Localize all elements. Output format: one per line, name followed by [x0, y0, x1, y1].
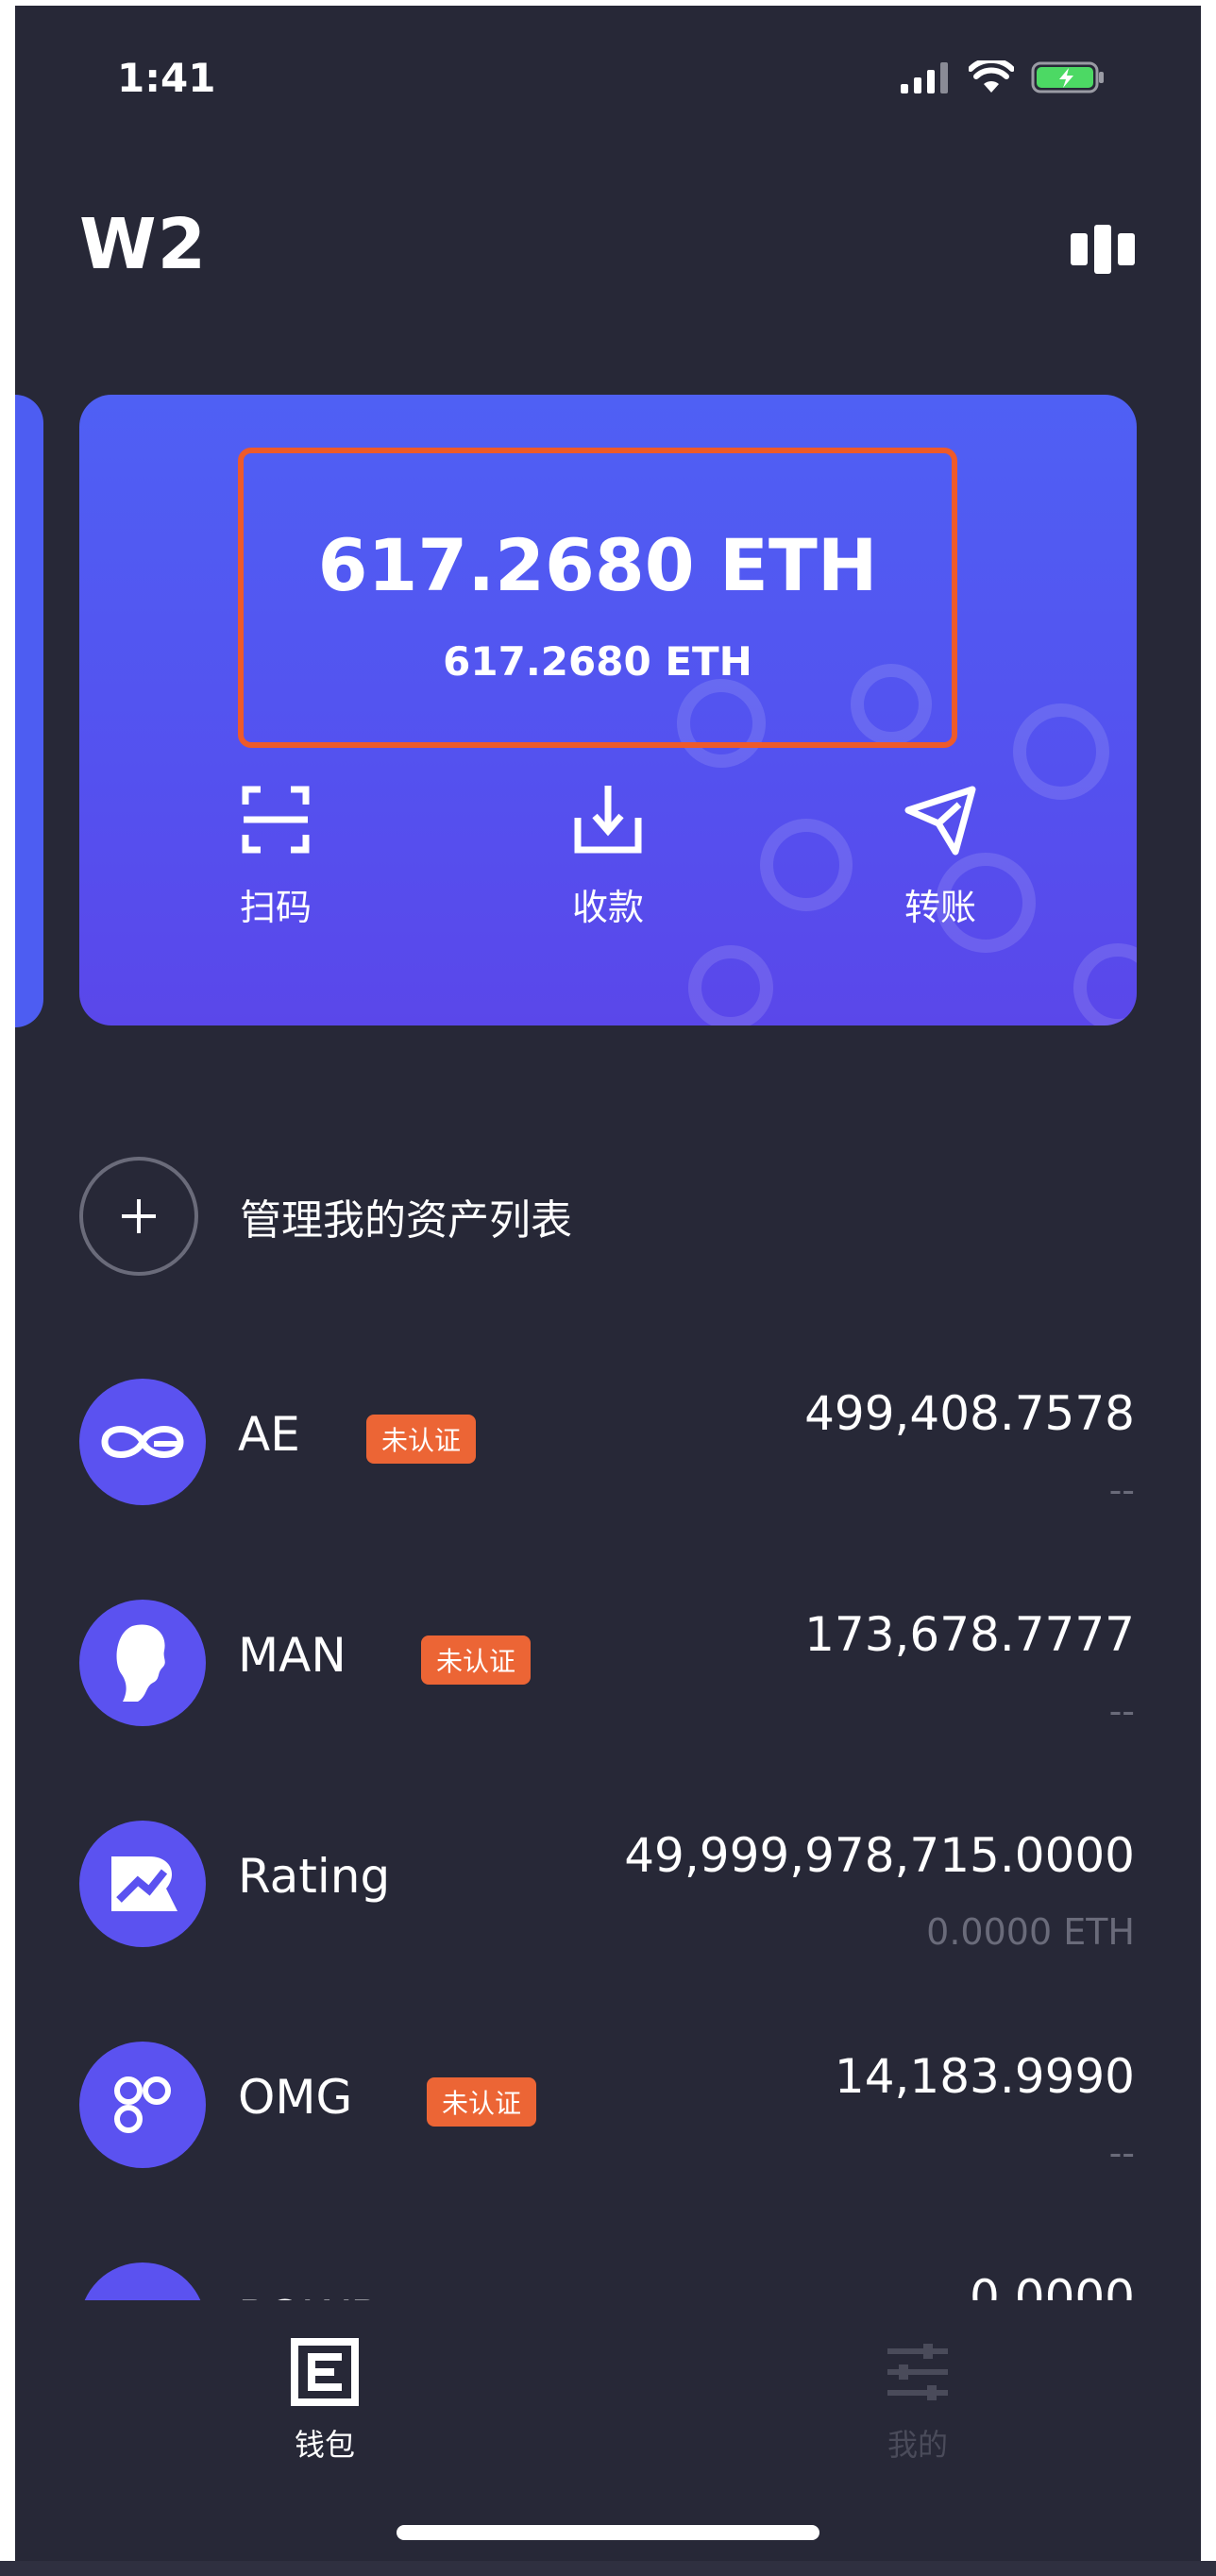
- asset-name: OMG: [238, 2070, 353, 2125]
- omg-token-icon: [79, 2042, 206, 2168]
- asset-value: --: [1108, 2132, 1135, 2174]
- asset-name: Rating: [238, 1849, 391, 1904]
- powr-token-icon: [79, 2262, 206, 2300]
- asset-row-rating[interactable]: Rating 49,999,978,715.0000 0.0000 ETH: [15, 1807, 1201, 2025]
- scan-button[interactable]: 扫码: [181, 782, 370, 930]
- asset-row-powr[interactable]: POWR 0.0000: [15, 2249, 1201, 2300]
- tab-wallet-label: 钱包: [294, 2427, 355, 2463]
- asset-name: AE: [238, 1407, 300, 1462]
- phone-screen: 1:41 W2 617.2680 ETH 617.2680 ETH 扫码 收款 …: [15, 6, 1201, 2567]
- tab-me-label: 我的: [887, 2427, 948, 2463]
- ae-token-icon: [79, 1379, 206, 1505]
- balance-card: 617.2680 ETH 617.2680 ETH 扫码 收款 转账: [79, 395, 1137, 1025]
- scan-icon: [242, 786, 310, 854]
- asset-row-ae[interactable]: AE 未认证 499,408.7578 --: [15, 1365, 1201, 1583]
- status-icons: [899, 60, 1106, 94]
- asset-amount: 14,183.9990: [834, 2049, 1135, 2104]
- unverified-badge: 未认证: [427, 2077, 537, 2127]
- manage-assets-label: 管理我的资产列表: [240, 1196, 572, 1245]
- receive-label: 收款: [571, 887, 644, 928]
- receive-icon: [574, 786, 642, 854]
- unverified-badge: 未认证: [421, 1635, 532, 1685]
- bottom-strip: [0, 2561, 1216, 2576]
- asset-row-omg[interactable]: OMG 未认证 14,183.9990 --: [15, 2028, 1201, 2246]
- tab-wallet[interactable]: 钱包: [230, 2336, 419, 2465]
- settings-sliders-icon: [887, 2344, 948, 2400]
- tab-me[interactable]: 我的: [823, 2336, 1012, 2465]
- manage-assets-button[interactable]: 管理我的资产列表: [79, 1150, 572, 1282]
- asset-amount: 49,999,978,715.0000: [624, 1828, 1135, 1883]
- signal-icon: [901, 62, 948, 93]
- balance-highlight-box: 617.2680 ETH 617.2680 ETH: [238, 448, 957, 748]
- man-token-icon: [79, 1600, 206, 1726]
- previous-wallet-card[interactable]: [15, 395, 43, 1027]
- wallet-icon: [291, 2338, 359, 2406]
- rating-token-icon: [79, 1821, 206, 1947]
- balance-secondary: 617.2680 ETH: [443, 638, 752, 685]
- asset-name: MAN: [238, 1628, 346, 1683]
- asset-name: POWR: [238, 2291, 383, 2300]
- status-time: 1:41: [117, 55, 216, 101]
- asset-amount: 173,678.7777: [804, 1607, 1135, 1662]
- home-indicator: [397, 2525, 819, 2540]
- asset-amount: 0.0000: [970, 2270, 1135, 2300]
- asset-row-man[interactable]: MAN 未认证 173,678.7777 --: [15, 1586, 1201, 1804]
- asset-value: --: [1108, 1690, 1135, 1732]
- send-label: 转账: [904, 887, 976, 928]
- unverified-badge: 未认证: [366, 1415, 477, 1464]
- wifi-icon: [969, 60, 1014, 93]
- balance-primary: 617.2680 ETH: [317, 523, 878, 607]
- plus-icon: [79, 1157, 198, 1276]
- bar-chart-icon[interactable]: [1071, 225, 1135, 274]
- send-button[interactable]: 转账: [846, 782, 1035, 930]
- asset-list: AE 未认证 499,408.7578 -- MAN 未认证 173,678.7…: [15, 1365, 1201, 2300]
- receive-button[interactable]: 收款: [514, 782, 702, 930]
- page-title: W2: [79, 204, 208, 285]
- scan-label: 扫码: [239, 887, 312, 928]
- asset-value: --: [1108, 1469, 1135, 1511]
- asset-value: 0.0000 ETH: [926, 1911, 1135, 1953]
- asset-amount: 499,408.7578: [804, 1386, 1135, 1441]
- send-icon: [904, 786, 976, 856]
- battery-charging-icon: [1031, 61, 1104, 93]
